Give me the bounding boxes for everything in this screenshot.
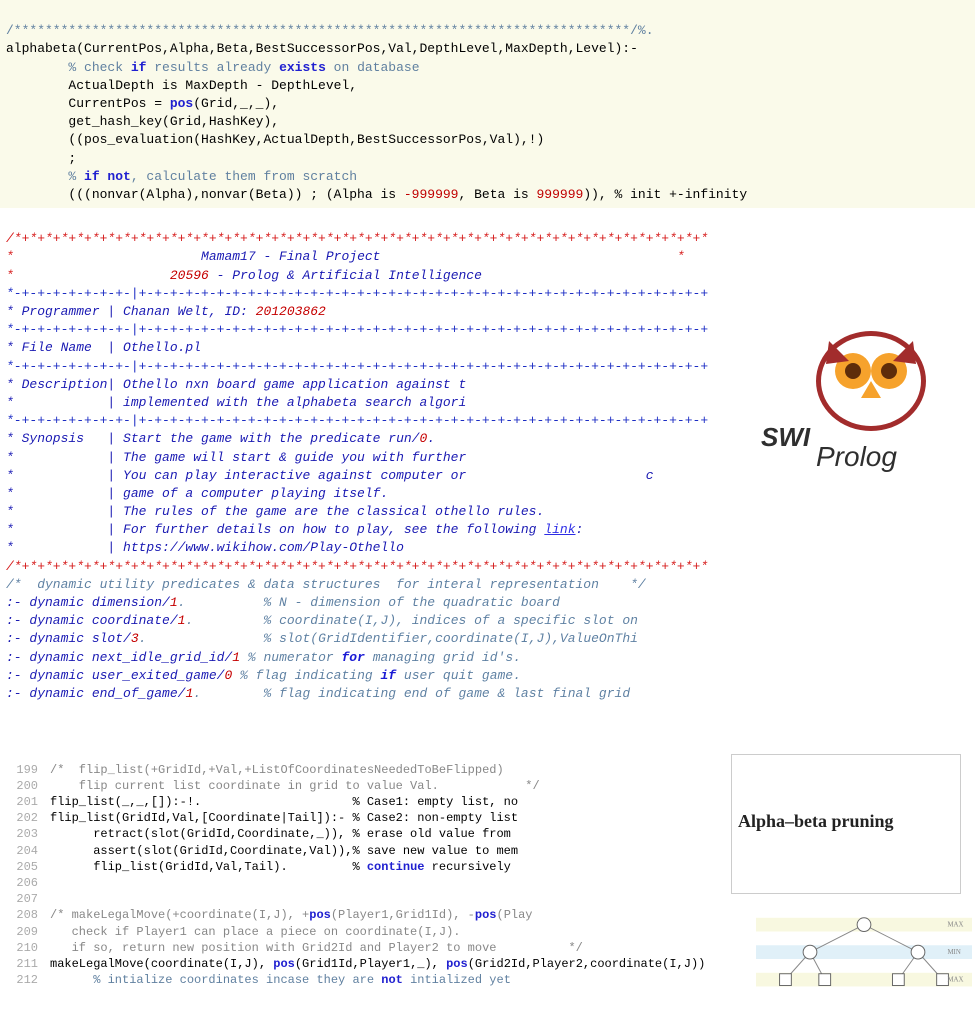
code-text xyxy=(50,876,57,890)
code-text: flip_list(_,_,[]):-!. % Case1: empty lis… xyxy=(50,795,518,809)
dynamic-decl: :- dynamic coordinate/1. % coordinate(I,… xyxy=(6,613,638,628)
code-line: ActualDepth is MaxDepth - DepthLevel, xyxy=(6,78,357,93)
alpha-beta-tree-diagram: MAX MIN MAX xyxy=(738,888,954,983)
code-text: check if Player1 can place a piece on co… xyxy=(50,925,460,939)
line-number: 202 xyxy=(6,810,38,826)
section-comment: /* dynamic utility predicates & data str… xyxy=(6,577,646,592)
svg-text:Prolog: Prolog xyxy=(816,441,897,472)
header-comment-block: /*+*+*+*+*+*+*+*+*+*+*+*+*+*+*+*+*+*+*+*… xyxy=(0,208,975,743)
code-text: makeLegalMove(coordinate(I,J), pos(Grid1… xyxy=(50,957,705,971)
synopsis-line: * | game of a computer playing itself. xyxy=(6,486,388,501)
code-text: assert(slot(GridId,Coordinate,Val)),% sa… xyxy=(50,844,518,858)
border-line: /*+*+*+*+*+*+*+*+*+*+*+*+*+*+*+*+*+*+*+*… xyxy=(6,231,708,246)
code-text xyxy=(50,892,57,906)
line-number: 206 xyxy=(6,875,38,891)
description-line: * | implemented with the alphabeta searc… xyxy=(6,395,466,410)
code-line: ((pos_evaluation(HashKey,ActualDepth,Bes… xyxy=(6,132,544,147)
line-number: 208 xyxy=(6,907,38,923)
description-line: * Description| Othello nxn board game ap… xyxy=(6,377,466,392)
dynamic-decl: :- dynamic end_of_game/1. % flag indicat… xyxy=(6,686,630,701)
code-line: CurrentPos = pos(Grid,_,_), xyxy=(6,96,279,111)
synopsis-line: * Synopsis | Start the game with the pre… xyxy=(6,431,435,446)
svg-text:SWI: SWI xyxy=(761,422,811,452)
sep-line: *-+-+-+-+-+-+-+-|+-+-+-+-+-+-+-+-+-+-+-+… xyxy=(6,322,708,337)
code-text: if so, return new position with Grid2Id … xyxy=(50,941,583,955)
synopsis-line: * | The rules of the game are the classi… xyxy=(6,504,544,519)
line-number: 207 xyxy=(6,891,38,907)
swi-prolog-logo: SWI Prolog xyxy=(725,308,935,468)
svg-text:MAX: MAX xyxy=(947,922,963,929)
sep-line: *-+-+-+-+-+-+-+-|+-+-+-+-+-+-+-+-+-+-+-+… xyxy=(6,286,708,301)
line-number: 205 xyxy=(6,859,38,875)
code-line: (((nonvar(Alpha),nonvar(Beta)) ; (Alpha … xyxy=(6,187,747,202)
code-text: flip_list(GridId,Val,Tail). % continue r… xyxy=(50,860,511,874)
filename-line: * File Name | Othello.pl xyxy=(6,340,201,355)
comment-line: % check if results already exists on dat… xyxy=(6,60,420,75)
code-line: alphabeta(CurrentPos,Alpha,Beta,BestSucc… xyxy=(6,41,638,56)
line-number: 199 xyxy=(6,762,38,778)
code-text: retract(slot(GridId,Coordinate,_)), % er… xyxy=(50,827,511,841)
svg-text:MAX: MAX xyxy=(947,977,963,984)
sep-line: *-+-+-+-+-+-+-+-|+-+-+-+-+-+-+-+-+-+-+-+… xyxy=(6,359,708,374)
code-line: ; xyxy=(6,151,76,166)
code-text: % intialize coordinates incase they are … xyxy=(50,973,511,987)
line-number: 204 xyxy=(6,843,38,859)
code-line: get_hash_key(Grid,HashKey), xyxy=(6,114,279,129)
synopsis-line: * | For further details on how to play, … xyxy=(6,522,583,537)
synopsis-line: * | The game will start & guide you with… xyxy=(6,450,466,465)
alpha-beta-title: Alpha–beta pruning xyxy=(738,809,954,833)
dynamic-decl: :- dynamic user_exited_game/0 % flag ind… xyxy=(6,668,521,683)
line-number: 210 xyxy=(6,940,38,956)
sep-line: *-+-+-+-+-+-+-+-|+-+-+-+-+-+-+-+-+-+-+-+… xyxy=(6,413,708,428)
line-number: 203 xyxy=(6,826,38,842)
divider-stars: /***************************************… xyxy=(6,23,654,38)
code-text: /* flip_list(+GridId,+Val,+ListOfCoordin… xyxy=(50,763,504,777)
line-number: 200 xyxy=(6,778,38,794)
title-line: * Mamam17 - Final Project * xyxy=(6,249,685,264)
dynamic-decl: :- dynamic next_idle_grid_id/1 % numerat… xyxy=(6,650,521,665)
dynamic-decl: :- dynamic dimension/1. % N - dimension … xyxy=(6,595,560,610)
synopsis-line: * | You can play interactive against com… xyxy=(6,468,654,483)
code-text: /* makeLegalMove(+coordinate(I,J), +pos(… xyxy=(50,908,533,922)
line-number: 209 xyxy=(6,924,38,940)
svg-text:MIN: MIN xyxy=(947,949,960,956)
code-panel-top: /***************************************… xyxy=(0,0,975,208)
line-number: 212 xyxy=(6,972,38,988)
code-text: flip_list(GridId,Val,[Coordinate|Tail]):… xyxy=(50,811,518,825)
programmer-line: * Programmer | Chanan Welt, ID: 20120386… xyxy=(6,304,326,319)
code-panel-bottom: 199 /* flip_list(+GridId,+Val,+ListOfCoor… xyxy=(0,744,975,1023)
synopsis-line: * | https://www.wikihow.com/Play-Othello xyxy=(6,540,404,555)
comment-line: % if not, calculate them from scratch xyxy=(6,169,357,184)
border-line: /*+*+*+*+*+*+*+*+*+*+*+*+*+*+*+*+*+*+*+*… xyxy=(6,559,708,574)
dynamic-decl: :- dynamic slot/3. % slot(GridIdentifier… xyxy=(6,631,638,646)
title-line: * 20596 - Prolog & Artificial Intelligen… xyxy=(6,268,482,283)
line-number: 201 xyxy=(6,794,38,810)
code-text: flip current list coordinate in grid to … xyxy=(50,779,540,793)
alpha-beta-infobox: Alpha–beta pruning MAX MIN MAX xyxy=(731,754,961,894)
line-number: 211 xyxy=(6,956,38,972)
